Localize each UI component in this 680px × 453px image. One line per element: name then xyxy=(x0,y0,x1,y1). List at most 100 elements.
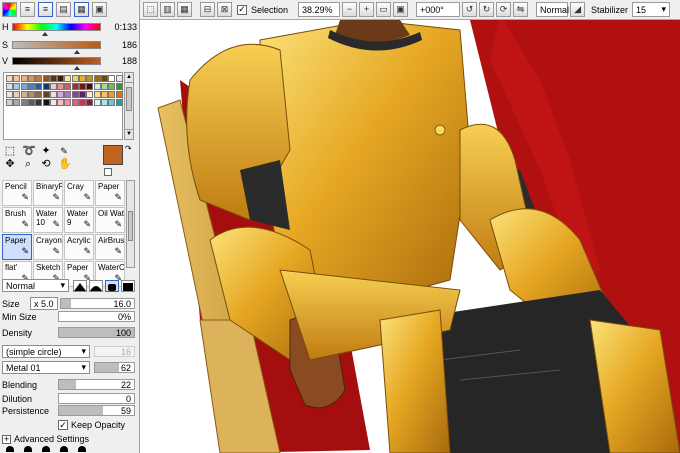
lasso-icon[interactable]: ➰ xyxy=(22,146,36,157)
move-icon[interactable]: ✥ xyxy=(4,159,16,170)
rotate-left-icon[interactable]: ↺ xyxy=(462,2,478,17)
color-swatch[interactable] xyxy=(108,75,116,82)
brush-edge-2-icon[interactable] xyxy=(89,279,103,292)
color-swatch[interactable] xyxy=(93,75,101,82)
hue-slider-row[interactable]: H 0:133 xyxy=(2,22,137,36)
color-swatch[interactable] xyxy=(100,75,108,82)
scroll-down-icon[interactable]: ▼ xyxy=(125,129,133,139)
show-selection-icon[interactable]: ▦ xyxy=(177,2,192,17)
transparent-color-icon[interactable] xyxy=(104,168,112,176)
color-swatch[interactable] xyxy=(57,83,65,90)
hue-thumb[interactable] xyxy=(42,32,49,36)
brush-edge-1-icon[interactable] xyxy=(73,279,87,292)
value-thumb[interactable] xyxy=(74,66,81,70)
color-swatch[interactable] xyxy=(27,91,35,98)
tool-paper-8[interactable]: Paper ✎ xyxy=(2,234,32,260)
brush-edge-4-icon[interactable] xyxy=(121,279,135,292)
zoom-reset-icon[interactable]: ▭ xyxy=(376,2,392,17)
color-swatch[interactable] xyxy=(35,91,43,98)
selection-checkbox[interactable]: ✓ xyxy=(237,4,247,15)
color-swatch[interactable] xyxy=(64,83,72,90)
color-swatch[interactable] xyxy=(49,91,57,98)
color-swatch[interactable] xyxy=(108,99,116,106)
color-swatch[interactable] xyxy=(79,91,86,98)
color-swatch[interactable] xyxy=(6,91,13,98)
drawing-canvas[interactable] xyxy=(140,20,680,453)
color-swatch[interactable] xyxy=(35,83,43,90)
color-swatch[interactable] xyxy=(108,91,116,98)
color-swatch[interactable] xyxy=(86,83,94,90)
invert-selection-icon[interactable]: ▥ xyxy=(160,2,175,17)
color-swatch[interactable] xyxy=(35,75,43,82)
tool-acrylic-10[interactable]: Acrylic ✎ xyxy=(64,234,94,260)
swap-colors-icon[interactable]: ↷ xyxy=(125,144,132,153)
color-swatch[interactable] xyxy=(20,75,28,82)
color-swatch[interactable] xyxy=(42,91,50,98)
scratchpad-icon[interactable]: ▣ xyxy=(92,2,107,17)
scroll-thumb[interactable] xyxy=(126,87,132,111)
color-swatch[interactable] xyxy=(93,99,101,106)
tool-pencil-0[interactable]: Pencil ✎ xyxy=(2,180,32,206)
color-swatch[interactable] xyxy=(71,91,79,98)
brush-edge-3-icon[interactable] xyxy=(105,279,119,292)
color-swatch[interactable] xyxy=(6,75,13,82)
tool-paper-3[interactable]: Paper ✎ xyxy=(95,180,125,206)
magic-wand-icon[interactable]: ✦ xyxy=(40,146,52,157)
tool-airbrush-11[interactable]: AirBrush✎ xyxy=(95,234,125,260)
color-wheel-icon[interactable] xyxy=(2,2,17,17)
color-swatch[interactable] xyxy=(115,83,123,90)
zoom-in-icon[interactable]: + xyxy=(359,2,375,17)
color-swatch[interactable] xyxy=(71,99,79,106)
color-swatch[interactable] xyxy=(13,75,21,82)
color-swatch[interactable] xyxy=(79,83,86,90)
deselect-icon[interactable]: ⬚ xyxy=(143,2,158,17)
texture-select[interactable]: Metal 01 ▾ xyxy=(2,361,90,374)
texture-strength-slider[interactable]: 62 xyxy=(94,362,135,373)
primary-color[interactable] xyxy=(103,145,123,165)
color-swatch[interactable] xyxy=(49,83,57,90)
clear-icon[interactable]: ⊠ xyxy=(217,2,232,17)
stabilizer-select[interactable]: 15 ▾ xyxy=(632,2,671,17)
color-swatch[interactable] xyxy=(49,75,57,82)
hsv-sliders-icon[interactable]: ≡ xyxy=(38,2,53,17)
color-swatch[interactable] xyxy=(35,99,43,106)
rect-select-icon[interactable]: ⬚ xyxy=(4,146,16,157)
color-swatch[interactable] xyxy=(27,99,35,106)
saturation-thumb[interactable] xyxy=(73,50,80,54)
rotate-reset-icon[interactable]: ⟳ xyxy=(496,2,512,17)
crop-icon[interactable]: ⊟ xyxy=(200,2,215,17)
tool-scroll-thumb[interactable] xyxy=(128,211,133,241)
scroll-up-icon[interactable]: ▲ xyxy=(125,73,133,83)
value-slider[interactable] xyxy=(12,57,101,70)
rotation-field[interactable]: +000° xyxy=(416,2,461,17)
color-swatch[interactable] xyxy=(6,99,13,106)
color-swatch[interactable] xyxy=(115,91,123,98)
color-swatch[interactable] xyxy=(42,83,50,90)
flip-horizontal-icon[interactable]: ⇋ xyxy=(513,2,529,17)
color-swatch[interactable] xyxy=(64,99,72,106)
zoom-icon[interactable]: ⌕ xyxy=(22,159,34,170)
expand-plus-icon[interactable]: + xyxy=(2,434,11,444)
hue-slider[interactable] xyxy=(12,23,101,36)
hand-icon[interactable]: ✋ xyxy=(58,159,72,170)
color-swatch[interactable] xyxy=(27,75,35,82)
color-swatch[interactable] xyxy=(115,75,123,82)
keep-opacity-checkbox[interactable]: ✓ xyxy=(58,420,68,430)
size-multiplier[interactable]: x 5.0 xyxy=(30,297,58,310)
color-swatch[interactable] xyxy=(20,99,28,106)
color-swatch[interactable] xyxy=(86,75,94,82)
color-swatch[interactable] xyxy=(100,91,108,98)
antialias-icon[interactable]: ◢ xyxy=(570,2,586,17)
color-swatch[interactable] xyxy=(13,83,21,90)
color-swatch[interactable] xyxy=(57,91,65,98)
zoom-out-icon[interactable]: − xyxy=(342,2,358,17)
zoom-fit-icon[interactable]: ▣ xyxy=(393,2,409,17)
color-swatch[interactable] xyxy=(13,99,21,106)
color-swatch[interactable] xyxy=(13,91,21,98)
color-swatch[interactable] xyxy=(79,99,86,106)
color-swatch[interactable] xyxy=(71,83,79,90)
eyedropper-icon[interactable]: ✎ xyxy=(58,146,70,157)
dilution-slider[interactable]: 0 xyxy=(58,393,135,404)
color-swatch[interactable] xyxy=(6,83,13,90)
color-swatch[interactable] xyxy=(42,99,50,106)
